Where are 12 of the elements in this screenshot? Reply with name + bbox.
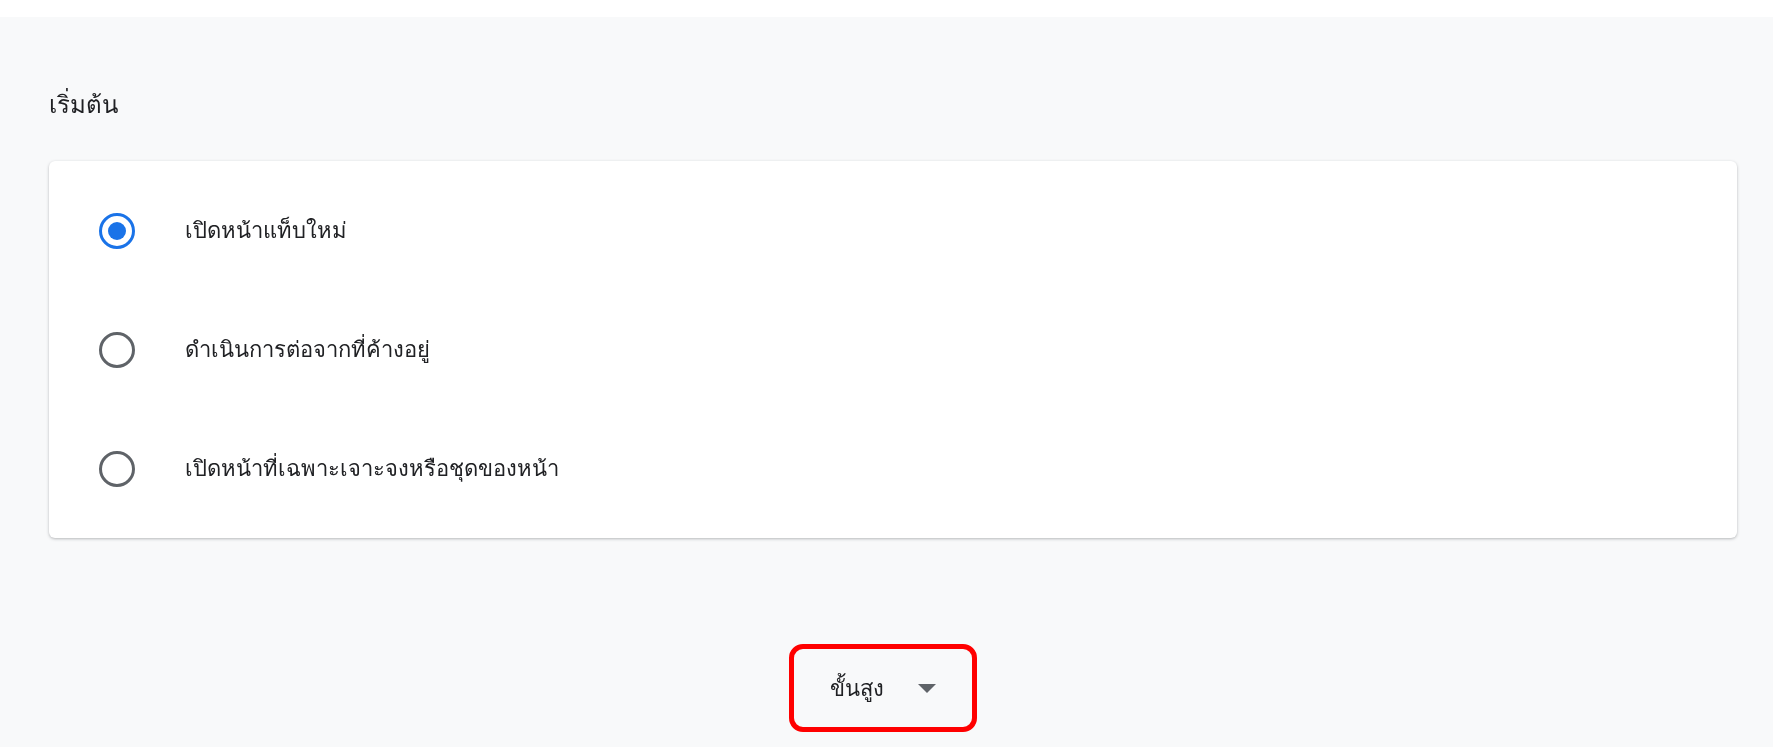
option-label: ดำเนินการต่อจากที่ค้างอยู่ [185, 333, 430, 366]
radio-option[interactable]: เปิดหน้าที่เฉพาะเจาะจงหรือชุดของหน้า [49, 409, 1737, 528]
caret-icon [918, 683, 936, 693]
radio-button[interactable] [99, 450, 135, 487]
radio-button[interactable] [99, 331, 135, 368]
section-title: เริ่มต้น [49, 87, 118, 123]
radio-option[interactable]: เปิดหน้าแท็บใหม่ [49, 171, 1737, 290]
advanced-button[interactable]: ขั้นสูง [802, 657, 964, 719]
radio-option[interactable]: ดำเนินการต่อจากที่ค้างอยู่ [49, 290, 1737, 409]
option-label: เปิดหน้าที่เฉพาะเจาะจงหรือชุดของหน้า [185, 452, 559, 485]
option-label: เปิดหน้าแท็บใหม่ [185, 215, 347, 245]
radio-button[interactable] [99, 212, 135, 249]
